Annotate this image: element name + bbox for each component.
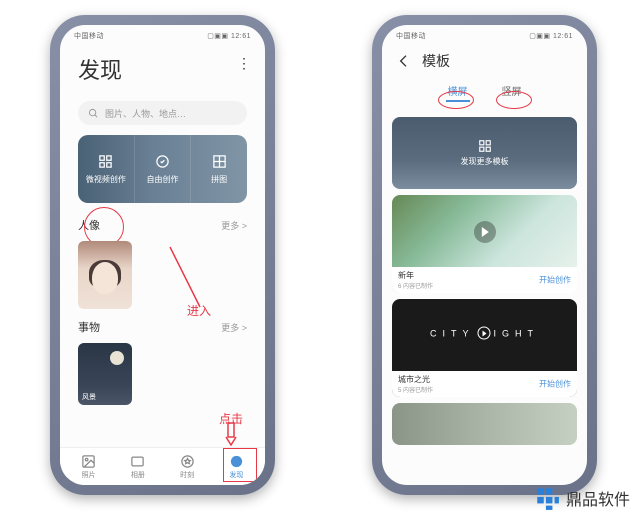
nav-label: 时刻	[180, 470, 194, 480]
nav-label: 照片	[82, 470, 96, 480]
start-create[interactable]: 开始创作	[539, 379, 571, 390]
card-micro-video[interactable]: 微视频创作	[78, 135, 134, 203]
status-battery: ▢▣▣ 12:61	[529, 32, 573, 40]
template-city-light[interactable]: CITYIGHT 城市之光 5 内容已制作 开始创作	[392, 299, 577, 397]
card-collage[interactable]: 拼图	[190, 135, 247, 203]
template-running[interactable]	[392, 403, 577, 445]
status-battery: ▢▣▣ 12:61	[207, 32, 251, 40]
globe-icon	[229, 454, 244, 469]
section-title: 事物	[78, 319, 100, 335]
nav-label: 发现	[229, 470, 243, 480]
star-icon	[180, 454, 195, 469]
card-label: 发现更多模板	[461, 156, 509, 167]
template-discover-more[interactable]: 发现更多模板	[392, 117, 577, 189]
card-footer: 新年 6 内容已制作 开始创作	[392, 267, 577, 293]
annotation-enter: 进入	[187, 302, 211, 319]
bottom-nav: 照片 相册 时刻 发现	[60, 447, 265, 485]
card-label: 微视频创作	[86, 174, 126, 185]
search-placeholder: 图片、人物、地点…	[105, 107, 186, 120]
watermark-text: 鼎品软件	[566, 486, 630, 510]
logo-icon	[534, 485, 560, 511]
status-bar: 中国移动 ▢▣▣ 12:61	[382, 25, 587, 43]
search-input[interactable]: 图片、人物、地点…	[78, 101, 247, 125]
collage-icon	[212, 154, 227, 169]
section-more[interactable]: 更多 >	[221, 219, 247, 232]
grid-icon	[98, 154, 113, 169]
moon-thumbnail[interactable]: 风景	[78, 343, 132, 405]
play-icon	[478, 327, 491, 340]
section-header-things: 事物 更多 >	[60, 313, 265, 339]
portrait-thumbnail[interactable]	[78, 241, 132, 309]
back-icon[interactable]	[396, 53, 412, 69]
grid-icon	[478, 139, 492, 153]
template-new-year[interactable]: 新年 6 内容已制作 开始创作	[392, 195, 577, 293]
city-text: CITYIGHT	[430, 327, 539, 340]
edit-icon	[155, 154, 170, 169]
start-create[interactable]: 开始创作	[539, 275, 571, 286]
tab-portrait[interactable]: 竖屏	[502, 83, 522, 98]
search-icon	[88, 108, 99, 119]
thumb-caption: 风景	[82, 392, 128, 402]
status-carrier: 中国移动	[396, 31, 426, 41]
section-title: 人像	[78, 217, 100, 233]
template-list: 发现更多模板 新年 6 内容已制作 开始创作 CITYIGHT 城市之光 5 内…	[392, 117, 577, 481]
nav-photos[interactable]: 照片	[64, 454, 113, 480]
nav-moments[interactable]: 时刻	[163, 454, 212, 480]
card-label: 自由创作	[147, 174, 179, 185]
photo-icon	[81, 454, 96, 469]
album-icon	[130, 454, 145, 469]
page-title: 发现	[78, 53, 247, 85]
status-bar: 中国移动 ▢▣▣ 12:61	[60, 25, 265, 43]
section-more[interactable]: 更多 >	[221, 321, 247, 334]
annotation-arrow	[168, 245, 208, 310]
more-icon[interactable]: ⋮	[237, 55, 251, 72]
nav-label: 相册	[131, 470, 145, 480]
status-carrier: 中国移动	[74, 31, 104, 41]
nav-discover[interactable]: 发现	[212, 454, 261, 480]
tab-landscape[interactable]: 横屏	[448, 83, 468, 98]
header: 模板	[382, 43, 587, 79]
nav-albums[interactable]: 相册	[113, 454, 162, 480]
card-footer: 城市之光 5 内容已制作 开始创作	[392, 371, 577, 397]
card-free-create[interactable]: 自由创作	[134, 135, 191, 203]
card-label: 拼图	[211, 174, 227, 185]
section-header-portrait: 人像 更多 >	[60, 211, 265, 237]
watermark: 鼎品软件	[534, 485, 630, 511]
header-title: 模板	[422, 51, 450, 71]
feature-row: 微视频创作 自由创作 拼图	[78, 135, 247, 203]
tabs: 横屏 竖屏	[382, 79, 587, 106]
